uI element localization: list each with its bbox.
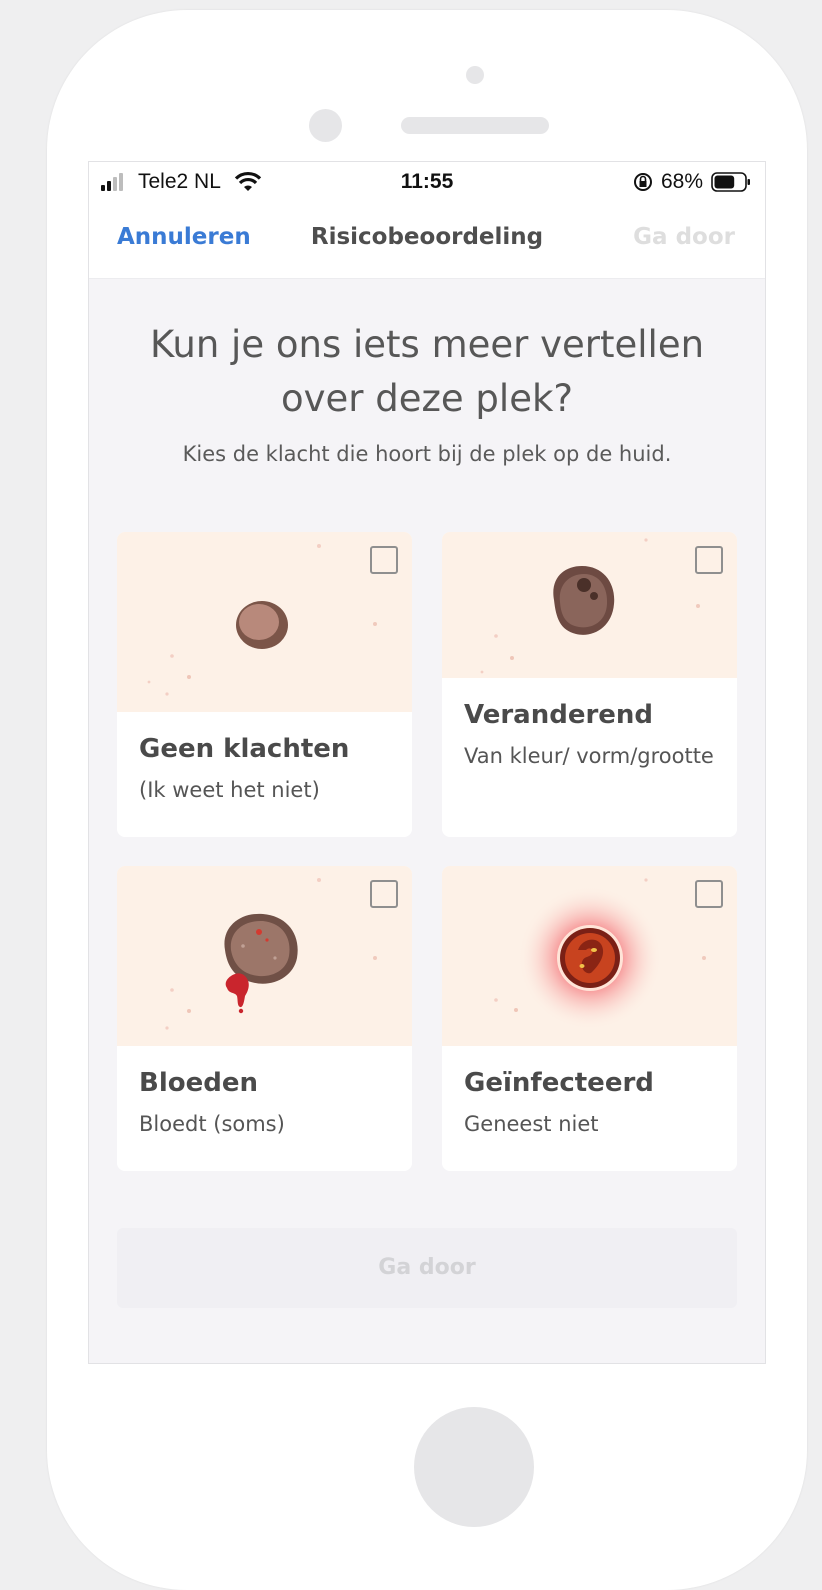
- battery-icon: [711, 172, 750, 192]
- proximity-sensor: [466, 66, 484, 84]
- option-title: Geïnfecteerd: [464, 1068, 654, 1098]
- option-subtitle: Geneest niet: [464, 1112, 599, 1136]
- option-title: Bloeden: [139, 1068, 258, 1098]
- mole-illustration: [117, 866, 412, 1046]
- orientation-lock-icon: [634, 173, 652, 191]
- checkbox[interactable]: [695, 546, 723, 574]
- front-camera: [309, 109, 342, 142]
- status-bar: Tele2 NL 11:55 68%: [89, 162, 765, 202]
- option-card-bleeding[interactable]: Bloeden Bloedt (soms): [117, 866, 412, 1171]
- nav-continue-button[interactable]: Ga door: [633, 224, 735, 250]
- option-subtitle: Van kleur/ vorm/grootte: [464, 744, 714, 768]
- checkbox[interactable]: [370, 546, 398, 574]
- option-subtitle: (Ik weet het niet): [139, 778, 320, 802]
- app-screen: Tele2 NL 11:55 68% Risicobeoordeling Ann…: [88, 161, 766, 1364]
- option-card-infected[interactable]: Geïnfecteerd Geneest niet: [442, 866, 737, 1171]
- mole-illustration: [117, 532, 412, 712]
- checkbox[interactable]: [370, 880, 398, 908]
- option-card-changing[interactable]: Veranderend Van kleur/ vorm/grootte: [442, 532, 737, 837]
- option-card-no-complaints[interactable]: Geen klachten (Ik weet het niet): [117, 532, 412, 837]
- checkbox[interactable]: [695, 880, 723, 908]
- mole-illustration: [442, 532, 737, 678]
- option-title: Geen klachten: [139, 734, 350, 764]
- cancel-button[interactable]: Annuleren: [117, 224, 251, 250]
- battery-percentage: 68%: [661, 170, 704, 193]
- earpiece-speaker: [401, 117, 549, 134]
- mole-illustration: [442, 866, 737, 1046]
- option-title: Veranderend: [464, 700, 654, 730]
- home-button[interactable]: [414, 1407, 534, 1527]
- question-heading: Kun je ons iets meer vertellen over deze…: [149, 323, 705, 420]
- option-subtitle: Bloedt (soms): [139, 1112, 285, 1136]
- continue-button[interactable]: Ga door: [117, 1228, 737, 1308]
- question-instruction: Kies de klacht die hoort bij de plek op …: [182, 442, 672, 466]
- navigation-bar: Risicobeoordeling Annuleren Ga door: [89, 202, 765, 279]
